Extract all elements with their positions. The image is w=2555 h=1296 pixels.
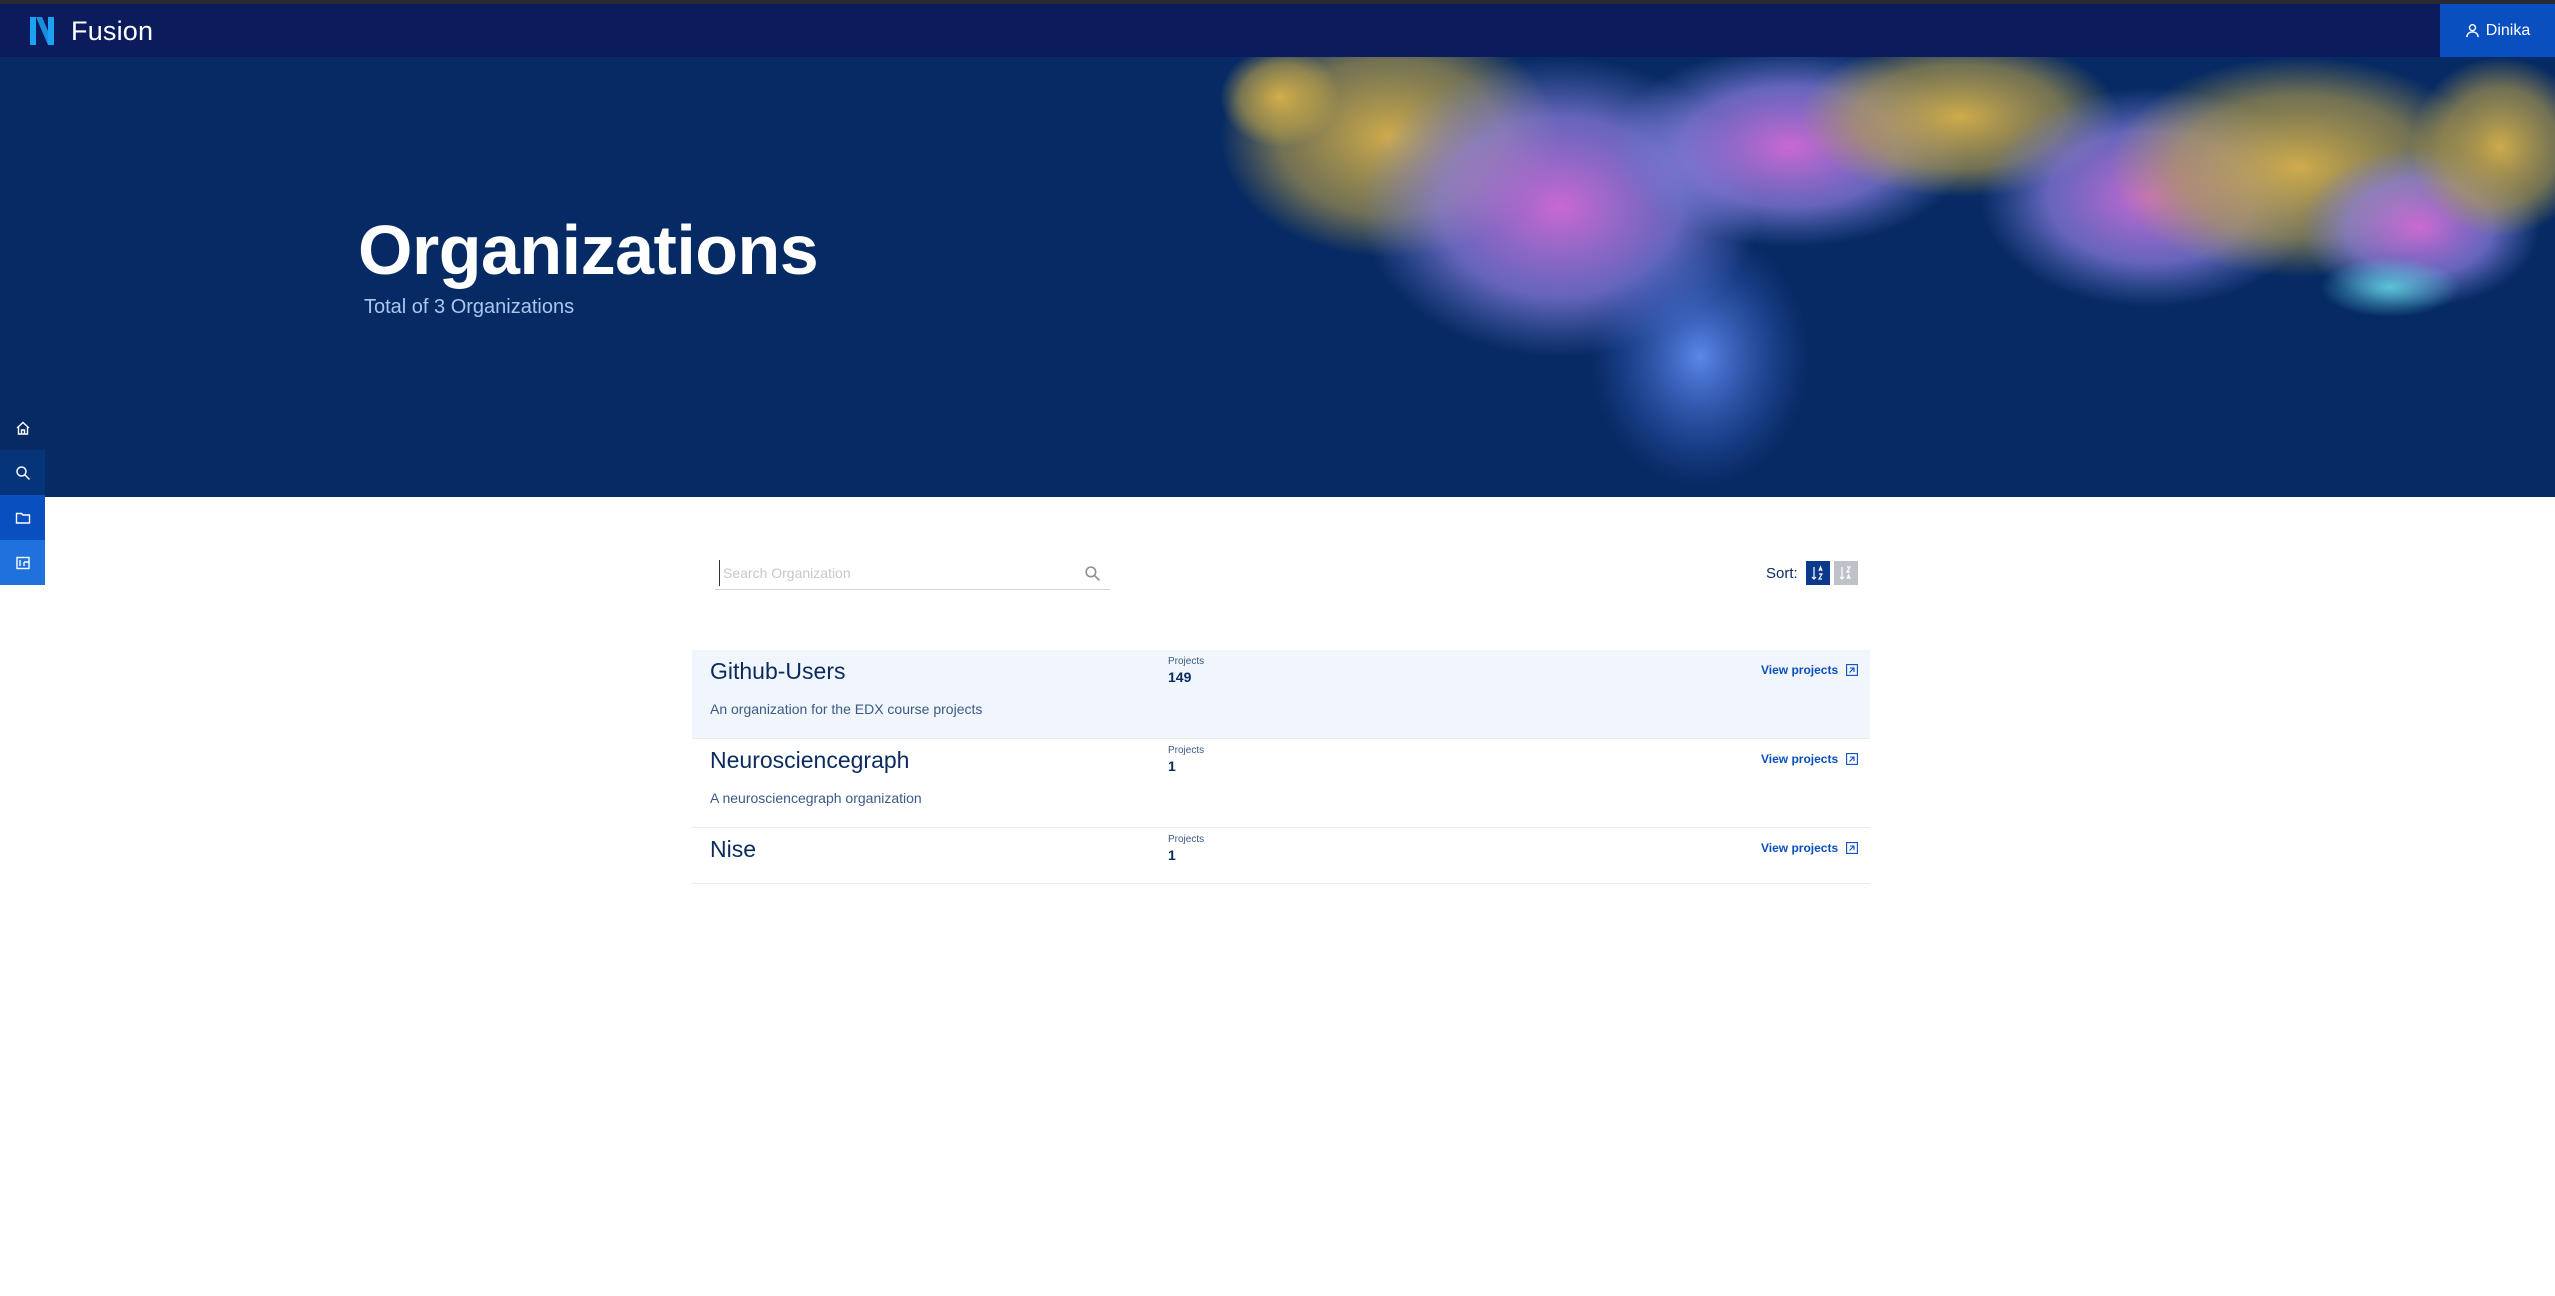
search-input[interactable]	[719, 560, 1059, 586]
organization-description: An organization for the EDX course proje…	[710, 701, 983, 717]
sort-control: Sort:	[1766, 561, 1858, 585]
nexus-logo-icon	[30, 17, 54, 45]
user-menu-button[interactable]: Dinika	[2440, 4, 2555, 57]
sidebar-item-studios[interactable]	[0, 540, 45, 585]
projects-count: 1	[1168, 847, 1176, 863]
sort-label: Sort:	[1766, 564, 1798, 582]
organization-name[interactable]: Github-Users	[710, 658, 845, 685]
home-icon	[16, 421, 29, 435]
studio-icon	[15, 556, 30, 569]
sidebar-item-search[interactable]	[0, 450, 45, 495]
sort-ascending-button[interactable]	[1805, 561, 1830, 585]
list-item[interactable]: Nise Projects 1 View projects	[692, 828, 1870, 884]
list-item[interactable]: Github-Users An organization for the EDX…	[692, 650, 1870, 739]
organizations-list: Github-Users An organization for the EDX…	[692, 650, 1870, 884]
user-name: Dinika	[2485, 21, 2531, 39]
hero-banner: Organizations Total of 3 Organizations	[0, 57, 2555, 497]
organization-description: A neurosciencegraph organization	[710, 790, 922, 806]
sort-descending-button[interactable]	[1833, 561, 1858, 585]
search-icon[interactable]	[1084, 565, 1101, 582]
page-title: Organizations	[358, 211, 819, 289]
external-link-icon	[1846, 842, 1859, 854]
search-icon	[15, 465, 30, 480]
app-name: Fusion	[71, 15, 154, 46]
external-link-icon	[1846, 664, 1859, 676]
sidebar-item-home[interactable]	[0, 405, 45, 450]
view-projects-label: View projects	[1761, 841, 1839, 855]
sort-ascending-icon	[1811, 565, 1823, 580]
projects-label: Projects	[1168, 745, 1205, 756]
sidebar-item-projects[interactable]	[0, 495, 45, 540]
brand[interactable]: Fusion	[28, 15, 153, 47]
side-nav	[0, 405, 45, 585]
top-navbar: Fusion Dinika	[0, 4, 2555, 57]
organization-name[interactable]: Neurosciencegraph	[710, 747, 909, 774]
list-item[interactable]: Neurosciencegraph A neurosciencegraph or…	[692, 739, 1870, 828]
sort-descending-icon	[1839, 566, 1851, 580]
organizations-count: Total of 3 Organizations	[364, 296, 575, 318]
projects-label: Projects	[1168, 656, 1205, 667]
view-projects-link[interactable]: View projects	[1761, 663, 1859, 677]
projects-count: 149	[1168, 669, 1192, 685]
organization-name[interactable]: Nise	[710, 836, 756, 863]
view-projects-label: View projects	[1761, 752, 1839, 766]
external-link-icon	[1846, 753, 1859, 765]
projects-label: Projects	[1168, 834, 1205, 845]
view-projects-link[interactable]: View projects	[1761, 752, 1859, 766]
folder-icon	[15, 512, 30, 524]
user-icon	[2465, 23, 2479, 38]
view-projects-label: View projects	[1761, 663, 1839, 677]
view-projects-link[interactable]: View projects	[1761, 841, 1859, 855]
projects-count: 1	[1168, 758, 1176, 774]
organization-search	[715, 556, 1110, 590]
